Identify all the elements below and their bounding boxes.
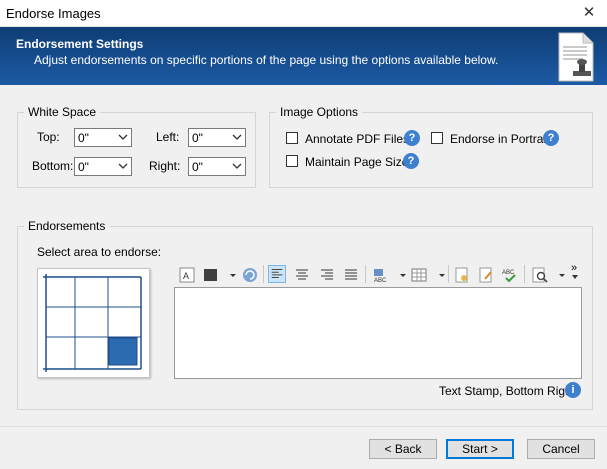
more-icon[interactable]: »: [571, 263, 577, 274]
right-margin-select[interactable]: 0": [188, 157, 246, 176]
svg-text:ABC: ABC: [374, 278, 387, 284]
header-banner: Endorsement Settings Adjust endorsements…: [0, 27, 607, 85]
justify-icon[interactable]: [342, 266, 360, 284]
footer-bar: [0, 426, 607, 469]
left-label: Left:: [156, 130, 180, 144]
right-label: Right:: [149, 159, 181, 173]
chevron-down-icon[interactable]: [571, 273, 579, 281]
chevron-down-icon[interactable]: [553, 266, 571, 284]
annotate-pdf-label: Annotate PDF Files: [305, 132, 410, 146]
maintain-page-size-label: Maintain Page Size: [305, 155, 409, 169]
preview-icon[interactable]: [531, 266, 549, 284]
endorsements-legend: Endorsements: [28, 219, 106, 233]
spellcheck-icon[interactable]: ABC: [501, 266, 519, 284]
chevron-down-icon[interactable]: [224, 266, 242, 284]
toolbar-separator: [365, 265, 366, 283]
align-right-icon[interactable]: [318, 266, 336, 284]
maintain-page-size-checkbox[interactable]: [286, 155, 298, 167]
white-space-legend: White Space: [28, 105, 97, 119]
refresh-icon[interactable]: [241, 266, 259, 284]
top-margin-select[interactable]: 0": [74, 128, 132, 147]
align-center-icon[interactable]: [293, 266, 311, 284]
help-icon[interactable]: ?: [543, 130, 559, 146]
chevron-down-icon: [118, 134, 128, 140]
chevron-down-icon: [232, 134, 242, 140]
image-options-legend: Image Options: [280, 105, 359, 119]
right-margin-value: 0": [192, 160, 203, 174]
stamp-icon[interactable]: [453, 266, 471, 284]
align-left-icon[interactable]: [268, 265, 286, 283]
svg-text:ABC: ABC: [502, 270, 515, 276]
toolbar-separator: [448, 265, 449, 283]
left-margin-select[interactable]: 0": [188, 128, 246, 147]
banner-heading: Endorsement Settings: [16, 37, 144, 51]
image-options-group: Image Options: [269, 105, 593, 188]
annotate-pdf-checkbox[interactable]: [286, 132, 298, 144]
insert-field-icon[interactable]: ABC: [371, 266, 389, 284]
top-label: Top:: [37, 130, 60, 144]
document-stamp-icon: [558, 32, 594, 82]
endorse-area-grid[interactable]: [37, 268, 150, 378]
endorse-portrait-label: Endorse in Portrait: [450, 132, 550, 146]
help-icon[interactable]: ?: [403, 153, 419, 169]
bottom-margin-value: 0": [78, 160, 89, 174]
left-margin-value: 0": [192, 131, 203, 145]
help-icon[interactable]: ?: [404, 130, 420, 146]
endorse-portrait-checkbox[interactable]: [431, 132, 443, 144]
banner-subtitle: Adjust endorsements on specific portions…: [34, 53, 499, 67]
back-button[interactable]: < Back: [369, 439, 437, 459]
title-bar: Endorse Images ✕: [0, 0, 607, 27]
chevron-down-icon: [232, 163, 242, 169]
toolbar-separator: [524, 265, 525, 283]
table-icon[interactable]: [410, 266, 428, 284]
bottom-margin-select[interactable]: 0": [74, 157, 132, 176]
font-icon[interactable]: A: [178, 266, 196, 284]
endorsement-text-editor[interactable]: [174, 287, 582, 379]
close-icon[interactable]: ✕: [571, 0, 607, 26]
color-icon[interactable]: [202, 266, 220, 284]
window-title: Endorse Images: [6, 6, 101, 21]
select-area-label: Select area to endorse:: [37, 245, 162, 259]
stamp-status-text: Text Stamp, Bottom Right: [439, 384, 576, 398]
chevron-down-icon: [118, 163, 128, 169]
edit-stamp-icon[interactable]: [477, 266, 495, 284]
toolbar-separator: [263, 265, 264, 283]
top-margin-value: 0": [78, 131, 89, 145]
cancel-button[interactable]: Cancel: [527, 439, 595, 459]
info-icon[interactable]: i: [565, 382, 581, 398]
bottom-label: Bottom:: [32, 159, 74, 173]
start-button[interactable]: Start >: [446, 439, 514, 459]
area-grid-drawing: [43, 274, 142, 372]
svg-text:A: A: [183, 271, 189, 281]
